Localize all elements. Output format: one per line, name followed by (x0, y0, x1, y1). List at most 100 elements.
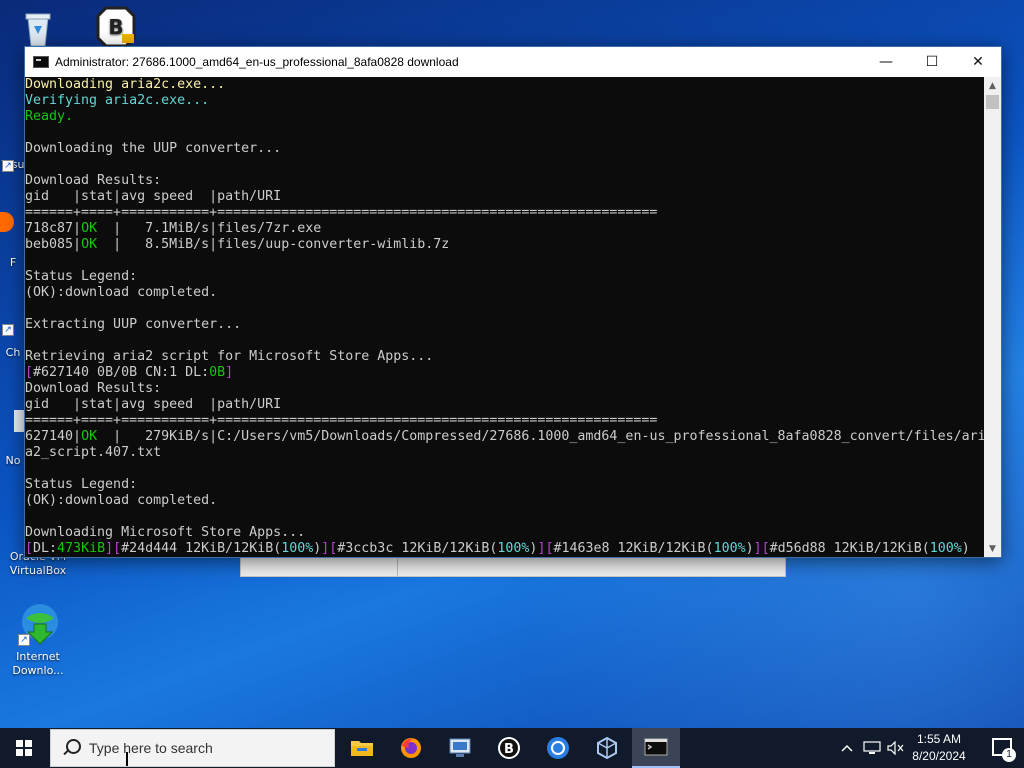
desktop-icon-label: F (9, 256, 17, 269)
desktop-icon-notepad[interactable]: No (0, 410, 26, 468)
console-text-segment: (OK):download completed. (25, 493, 218, 508)
console-text-segment: 100% (497, 541, 530, 556)
text-cursor-icon (126, 752, 128, 766)
network-app-icon (449, 738, 471, 757)
vertical-scrollbar[interactable]: ▲ ▼ (984, 77, 1001, 557)
console-text-segment: ) (961, 541, 970, 556)
console-text-segment: beb085 (25, 237, 74, 252)
command-prompt-window[interactable]: Administrator: 27686.1000_amd64_en-us_pr… (24, 46, 1002, 558)
console-line: a2_script.407.txt (25, 445, 985, 461)
taskbar-bandizip[interactable]: B (485, 728, 533, 768)
console-line: Status Legend: (25, 477, 985, 493)
start-button[interactable] (0, 728, 48, 768)
taskbar-command-prompt[interactable] (632, 728, 680, 768)
console-text-segment: 100% (929, 541, 962, 556)
console-text-segment: ======+====+===========+================… (25, 413, 658, 428)
taskbar: Type here to search B 1:55 AM 8/20/2024 … (0, 728, 1024, 768)
shortcut-arrow-icon: ↗ (2, 160, 14, 172)
system-clock[interactable]: 1:55 AM 8/20/2024 (904, 731, 974, 765)
console-text-segment: ][ (537, 541, 554, 556)
console-line: 627140|OK | 279KiB/s|C:/Users/vm5/Downlo… (25, 429, 985, 445)
shortcut-arrow-icon: ↗ (2, 324, 14, 336)
bandizip-icon: B (498, 737, 520, 759)
console-text-segment: OK (81, 221, 98, 236)
maximize-button[interactable]: ☐ (909, 47, 955, 77)
desktop-icon-label: Internet Downlo... (12, 650, 64, 677)
console-text-segment: #d56d88 12KiB/12KiB( (769, 541, 930, 556)
taskbar-network-app[interactable] (436, 728, 484, 768)
command-prompt-icon (644, 738, 668, 756)
console-text-segment: Ready. (25, 109, 74, 124)
console-line: Downloading aria2c.exe... (25, 77, 985, 93)
search-placeholder: Type here to search (89, 740, 213, 756)
console-text-segment: Status Legend: (25, 269, 138, 284)
background-window[interactable] (240, 556, 786, 577)
svg-text:B: B (108, 15, 123, 39)
windows-logo-icon (16, 740, 32, 756)
console-line: Downloading Microsoft Store Apps... (25, 525, 985, 541)
console-text-segment: | 8.5MiB/s|files/uup-converter-wimlib.7z (97, 237, 450, 252)
shortcut-arrow-icon: ↗ (18, 634, 30, 646)
virtualbox-icon (597, 736, 617, 760)
console-text-segment: ][ (321, 541, 338, 556)
clock-date: 8/20/2024 (912, 749, 966, 763)
close-button[interactable]: ✕ (955, 47, 1001, 77)
bandizip-icon: B (94, 4, 138, 48)
console-text-segment: Downloading the UUP converter... (25, 141, 282, 156)
console-line: beb085|OK | 8.5MiB/s|files/uup-converter… (25, 237, 985, 253)
window-titlebar[interactable]: Administrator: 27686.1000_amd64_en-us_pr… (25, 47, 1001, 77)
console-text-segment: | (73, 429, 82, 444)
scrollbar-thumb[interactable] (986, 95, 999, 109)
console-line: ======+====+===========+================… (25, 205, 985, 221)
taskbar-chrome[interactable] (534, 728, 582, 768)
console-text-segment: OK (81, 429, 98, 444)
console-output[interactable]: Downloading aria2c.exe... Verifying aria2… (25, 77, 985, 557)
chrome-icon (547, 737, 569, 759)
svg-text:B: B (504, 742, 514, 757)
desktop-icon-chrome[interactable]: ↗ Ch (0, 310, 26, 360)
console-text-segment: #3ccb3c 12KiB/12KiB( (337, 541, 498, 556)
console-text-segment: Downloading aria2c.exe... (25, 77, 226, 92)
console-text-segment: ======+====+===========+================… (25, 205, 658, 220)
console-icon (33, 56, 49, 68)
console-text-segment: OK (81, 237, 98, 252)
desktop-icon-bandizip[interactable]: B (80, 4, 152, 52)
console-line: gid |stat|avg speed |path/URI (25, 189, 985, 205)
console-line: Download Results: (25, 173, 985, 189)
console-text-segment: | 279KiB/s|C:/Users/vm5/Downloads/Compre… (97, 429, 985, 444)
console-line: Ready. (25, 109, 985, 125)
scroll-up-arrow-icon[interactable]: ▲ (984, 77, 1001, 94)
console-text-segment: [ (25, 365, 34, 380)
desktop-icon-label: No (5, 454, 21, 467)
console-text-segment: Verifying aria2c.exe... (25, 93, 210, 108)
desktop-icon-firefox[interactable]: F (0, 212, 26, 270)
console-text-segment: ][ (753, 541, 770, 556)
console-text-segment: [ (25, 541, 34, 556)
console-text-segment: (OK):download completed. (25, 285, 218, 300)
idm-icon: ↗ (16, 602, 60, 646)
desktop-icon-visual[interactable]: ↗ Visu (0, 140, 26, 172)
desktop-icon-internet-download-manager[interactable]: ↗ Internet Downlo... (2, 602, 74, 678)
recycle-bin-icon (16, 6, 60, 50)
show-hidden-icons-chevron-up-icon[interactable] (836, 728, 858, 768)
taskbar-search-box[interactable]: Type here to search (50, 729, 335, 767)
console-line: (OK):download completed. (25, 285, 985, 301)
taskbar-file-explorer[interactable] (338, 728, 386, 768)
console-line: 718c87|OK | 7.1MiB/s|files/7zr.exe (25, 221, 985, 237)
divider (397, 559, 398, 576)
network-icon[interactable] (860, 728, 884, 768)
scroll-down-arrow-icon[interactable]: ▼ (984, 540, 1001, 557)
taskbar-virtualbox[interactable] (583, 728, 631, 768)
taskbar-firefox[interactable] (387, 728, 435, 768)
console-line: Extracting UUP converter... (25, 317, 985, 333)
console-text-segment: ][ (105, 541, 122, 556)
console-line: Verifying aria2c.exe... (25, 93, 985, 109)
minimize-button[interactable]: — (863, 47, 909, 77)
console-text-segment: 718c87 (25, 221, 74, 236)
